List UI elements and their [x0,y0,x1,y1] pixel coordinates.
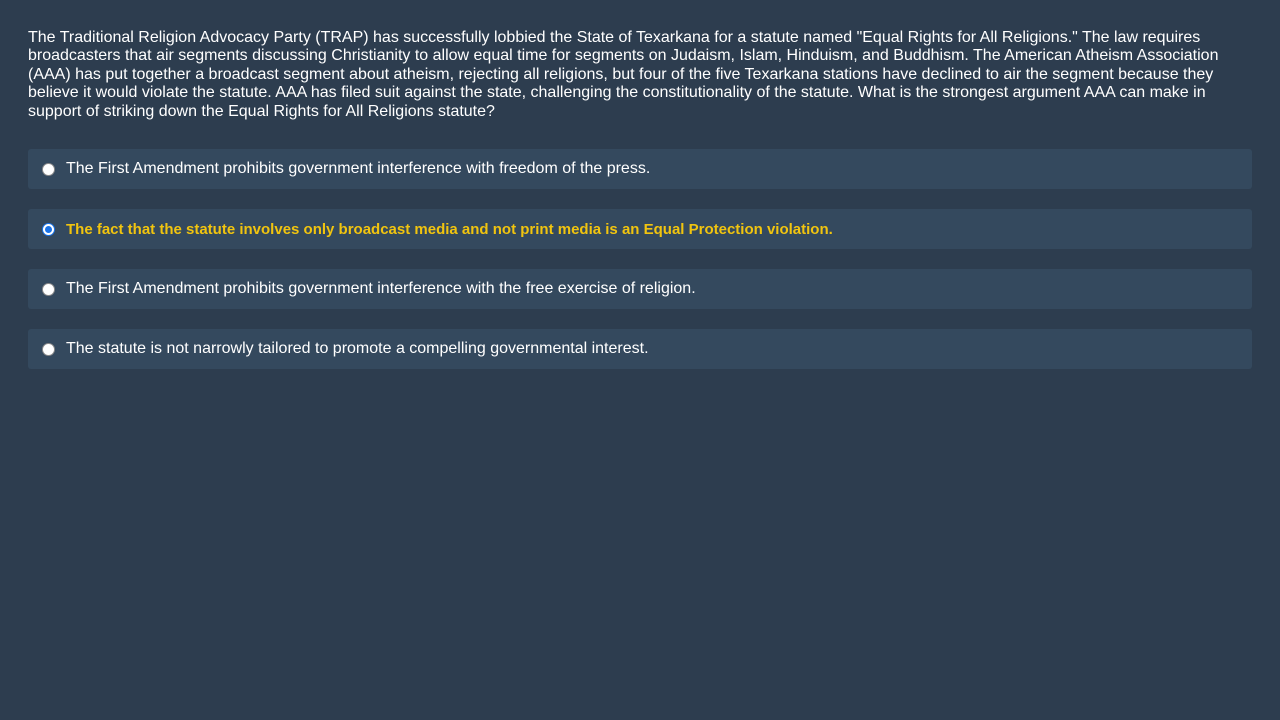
answer-option-1[interactable]: The First Amendment prohibits government… [28,149,1252,190]
quiz-container: The Traditional Religion Advocacy Party … [28,29,1252,389]
answer-option-label: The First Amendment prohibits government… [66,280,696,298]
answer-option-4[interactable]: The statute is not narrowly tailored to … [28,329,1252,370]
question-text: The Traditional Religion Advocacy Party … [28,29,1219,120]
answer-option-label: The First Amendment prohibits government… [66,160,651,178]
answer-options: The First Amendment prohibits government… [28,149,1252,370]
radio-button-4[interactable] [42,342,55,356]
radio-button-1[interactable] [42,162,55,176]
radio-button-2[interactable] [42,222,55,236]
answer-option-3[interactable]: The First Amendment prohibits government… [28,269,1252,310]
answer-option-label: The statute is not narrowly tailored to … [66,340,649,358]
answer-option-2[interactable]: The fact that the statute involves only … [28,209,1252,250]
answer-option-label: The fact that the statute involves only … [66,220,833,238]
radio-button-3[interactable] [42,282,55,296]
